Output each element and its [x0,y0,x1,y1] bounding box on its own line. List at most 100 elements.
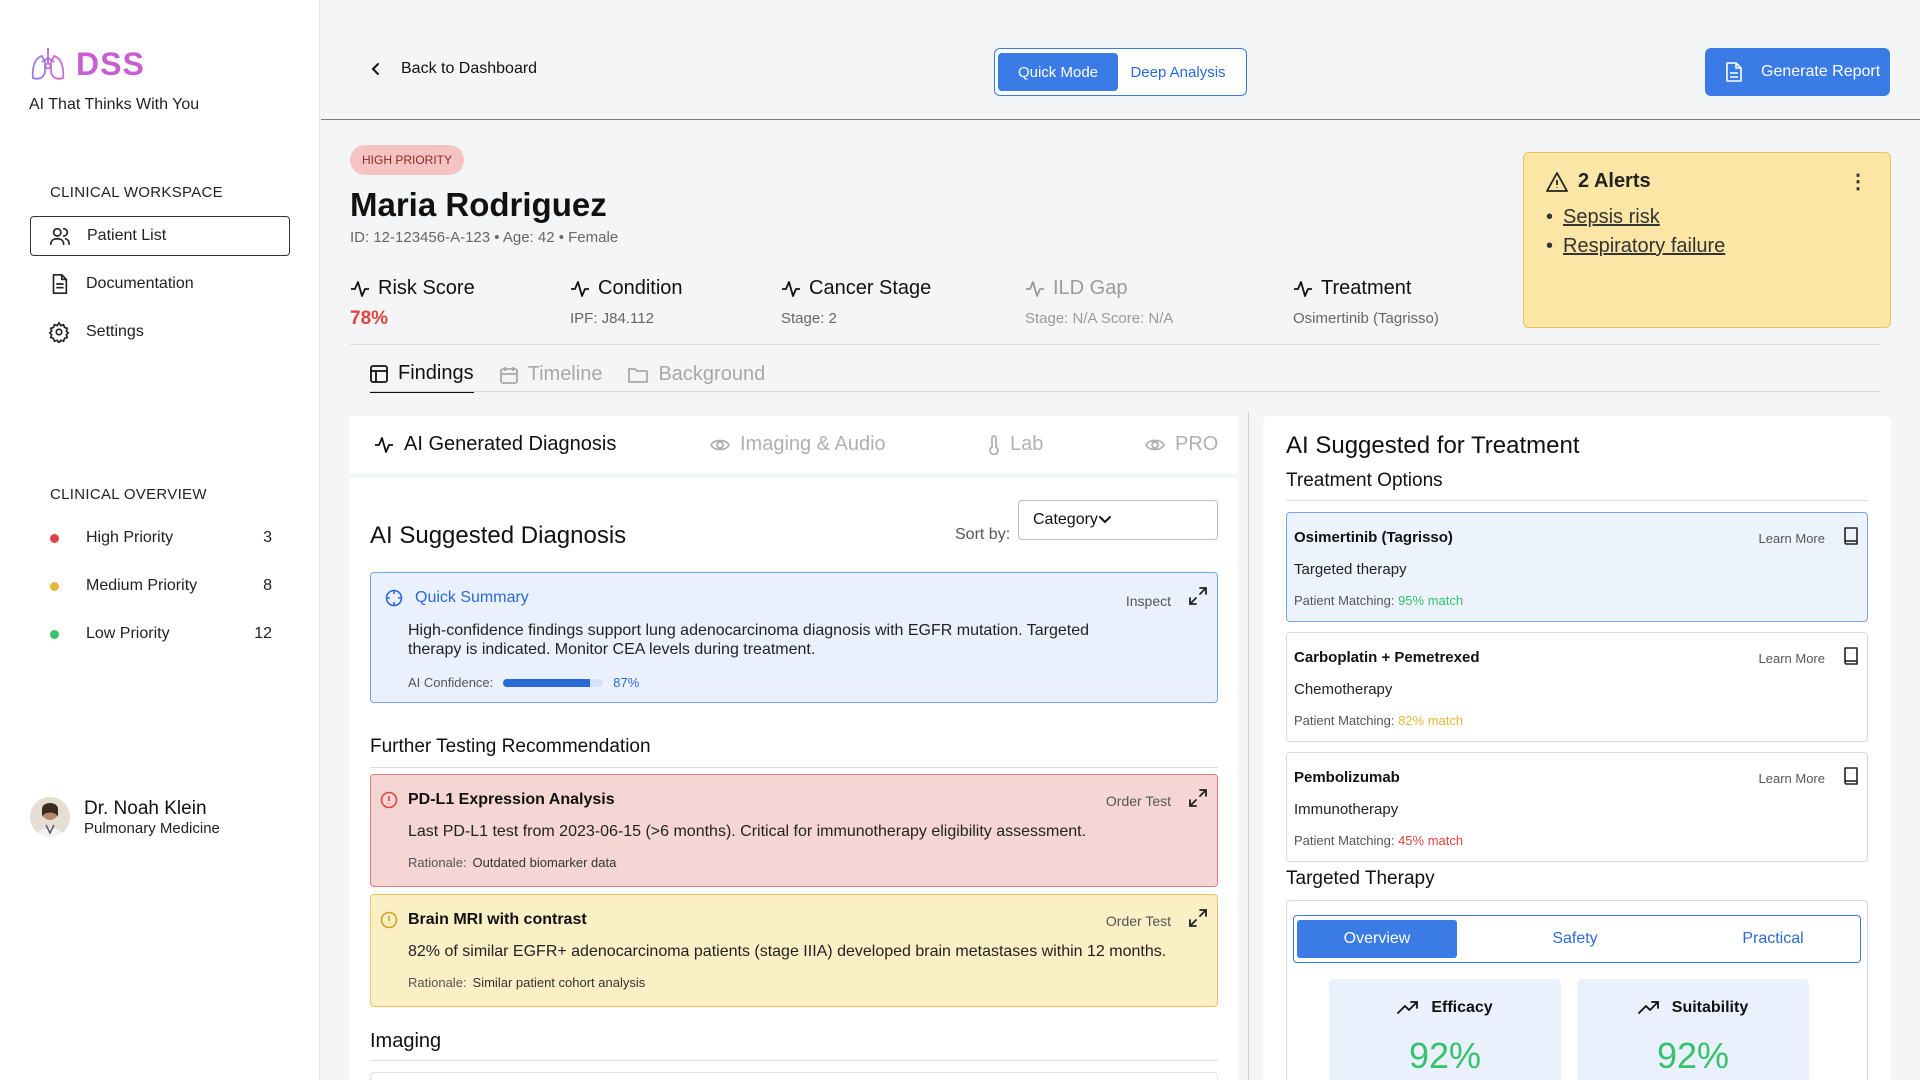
test-rationale: Rationale: Outdated biomarker data [408,855,616,870]
treatment-type: Chemotherapy [1294,681,1393,698]
nav-documentation[interactable]: Documentation [30,264,290,304]
order-test-button[interactable]: Order Test [1106,793,1171,809]
treatment-panel: AI Suggested for Treatment Treatment Opt… [1263,416,1891,1080]
order-test-button[interactable]: Order Test [1106,913,1171,929]
confidence-row: AI Confidence: 87% [408,675,639,690]
top-bar: Back to Dashboard Quick Mode Deep Analys… [321,0,1920,120]
back-label: Back to Dashboard [401,60,538,77]
tab-findings[interactable]: Findings [370,362,474,393]
treatment-type: Targeted therapy [1294,561,1407,578]
treatment-match: Patient Matching: 45% match [1294,833,1463,848]
metric-value: 92% [1408,1035,1482,1076]
rationale-label: Rationale: [408,855,467,870]
avatar [30,797,70,837]
metric-value: 92% [1656,1035,1730,1076]
doctor-name: Dr. Noah Klein [84,797,207,819]
stat-ild-gap: ILD Gap Stage: N/A Score: N/A [1025,277,1173,327]
expand-icon[interactable] [1189,789,1207,807]
doctor-specialty: Pulmonary Medicine [84,819,220,837]
app-logo[interactable]: DSS [28,44,145,84]
sort-select[interactable]: Category [1018,500,1218,540]
treatment-card-carboplatin[interactable]: Carboplatin + Pemetrexed Learn More Chem… [1286,632,1868,742]
alert-link[interactable]: Sepsis risk [1563,206,1660,229]
expand-icon[interactable] [1189,909,1207,927]
generate-label: Generate Report [1761,63,1881,80]
expand-icon[interactable] [1189,587,1207,605]
quick-mode-button[interactable]: Quick Mode [998,53,1118,91]
document-icon [48,273,70,295]
crosshair-icon [385,589,403,607]
test-title: Brain MRI with contrast [408,911,587,928]
chevron-down-icon [1098,515,1112,525]
activity-icon [1293,280,1313,298]
treatment-name: Pembolizumab [1294,769,1400,786]
tab-practical[interactable]: Practical [1693,920,1853,958]
deep-analysis-button[interactable]: Deep Analysis [1118,53,1238,91]
priority-medium-row[interactable]: Medium Priority 8 [50,577,272,595]
tab-background[interactable]: Background [628,362,765,393]
stat-cancer-stage: Cancer Stage Stage: 2 [781,277,931,327]
metric-label: Efficacy [1431,999,1493,1016]
subtab-ai-diagnosis[interactable]: AI Generated Diagnosis [374,433,616,456]
priority-low-row[interactable]: Low Priority 12 [50,625,272,643]
tab-overview[interactable]: Overview [1297,920,1457,958]
treatment-name: Osimertinib (Tagrisso) [1294,529,1453,546]
learn-more-link[interactable]: Learn More [1759,651,1825,666]
summary-title: Quick Summary [415,589,529,606]
tab-safety[interactable]: Safety [1495,920,1655,958]
priority-count: 12 [254,625,272,642]
report-icon [1725,62,1743,82]
sort-value: Category [1033,511,1098,528]
subtab-lab[interactable]: Lab [988,433,1043,456]
subtab-imaging-audio[interactable]: Imaging & Audio [710,433,886,456]
red-dot-icon [50,533,59,543]
alert-item[interactable]: • Respiratory failure [1546,235,1868,258]
rationale-text: Outdated biomarker data [472,855,617,870]
test-card-brain-mri: Brain MRI with contrast Order Test 82% o… [370,894,1218,1007]
nav-label: Settings [86,323,144,340]
back-to-dashboard-link[interactable]: Back to Dashboard [369,60,537,78]
treatment-card-osimertinib[interactable]: Osimertinib (Tagrisso) Learn More Target… [1286,512,1868,622]
book-icon[interactable] [1843,767,1859,785]
priority-count: 3 [263,529,272,546]
alerts-panel: 2 Alerts ⋮ • Sepsis risk • Respiratory fai… [1523,152,1891,328]
subtab-label: AI Generated Diagnosis [404,433,617,455]
match-value: 95% match [1398,593,1464,608]
diagnosis-content: AI Suggested Diagnosis Sort by: Category… [350,478,1238,1080]
users-icon [49,225,71,247]
green-dot-icon [50,629,59,639]
book-icon[interactable] [1843,527,1859,545]
rationale-text: Similar patient cohort analysis [472,975,646,990]
tab-timeline[interactable]: Timeline [499,362,602,393]
treatment-card-pembolizumab[interactable]: Pembolizumab Learn More Immunotherapy Pa… [1286,752,1868,862]
inspect-button[interactable]: Inspect [1126,593,1171,609]
cancer-stage-value: Stage: 2 [781,310,837,327]
divider [1286,500,1868,501]
doctor-profile[interactable]: Dr. Noah Klein Pulmonary Medicine [30,797,220,837]
nav-patient-list[interactable]: Patient List [30,216,290,256]
rationale-label: Rationale: [408,975,467,990]
trending-up-icon [1397,1001,1419,1015]
nav-settings[interactable]: Settings [30,312,290,352]
match-label: Patient Matching: [1294,713,1395,728]
priority-high-row[interactable]: High Priority 3 [50,529,272,547]
diagnosis-title: AI Suggested Diagnosis [370,522,627,549]
alerts-title: 2 Alerts [1578,170,1651,192]
more-vertical-icon[interactable]: ⋮ [1848,169,1868,194]
tab-label: Findings [398,362,474,384]
generate-report-button[interactable]: Generate Report [1705,48,1890,96]
targeted-therapy-box: Overview Safety Practical Efficacy 92% S… [1286,900,1868,1080]
alert-item[interactable]: • Sepsis risk [1546,206,1868,229]
book-icon[interactable] [1843,647,1859,665]
priority-label: Low Priority [86,625,170,642]
treatment-title: AI Suggested for Treatment [1286,432,1580,459]
learn-more-link[interactable]: Learn More [1759,531,1825,546]
treatment-match: Patient Matching: 82% match [1294,713,1463,728]
subtab-label: PRO [1175,433,1219,455]
test-body: 82% of similar EGFR+ adenocarcinoma pati… [408,943,1167,960]
alert-link[interactable]: Respiratory failure [1563,235,1725,258]
activity-icon [374,436,394,454]
risk-score-value: 78% [350,308,389,329]
subtab-pro[interactable]: PRO [1145,433,1218,456]
learn-more-link[interactable]: Learn More [1759,771,1825,786]
